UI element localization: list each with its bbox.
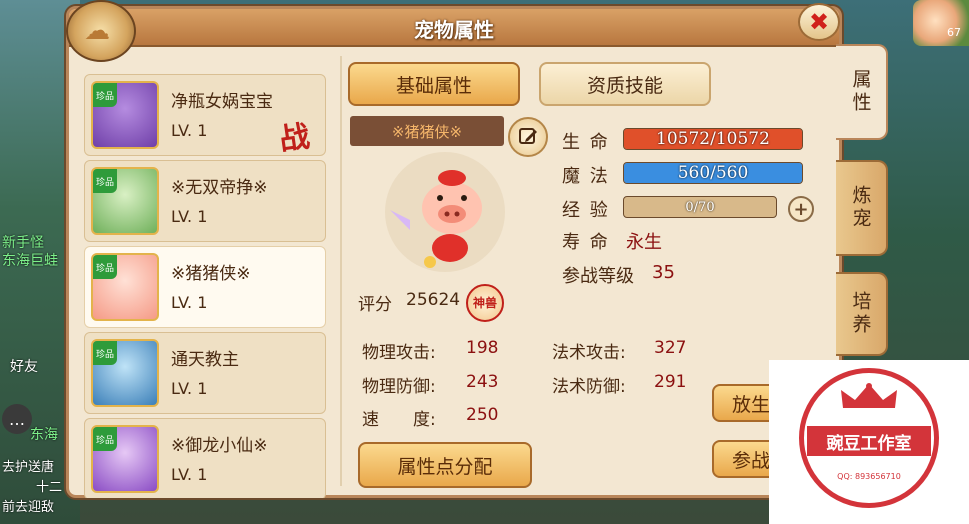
rarity-badge: 珍品	[93, 255, 117, 279]
lifespan-label: 寿 命	[562, 232, 610, 253]
tab-basic-attributes[interactable]: 基础属性	[348, 62, 520, 106]
bg-label: 东海巨蛙	[2, 253, 58, 269]
mag-def-value: 291	[654, 372, 687, 392]
close-icon: ✖	[808, 8, 830, 36]
rarity-badge: 珍品	[93, 341, 117, 365]
speed-value: 250	[466, 405, 499, 425]
pet-thumbnail: 珍品	[91, 253, 159, 321]
pet-level: LV. 1	[171, 379, 208, 398]
lifespan-value: 永生	[626, 232, 662, 253]
player-avatar[interactable]	[913, 0, 969, 46]
pet-level: LV. 1	[171, 121, 208, 140]
pet-list: 珍品 净瓶女娲宝宝 LV. 1 战 珍品 ※无双帝挣※ LV. 1 珍品 ※猪猪…	[84, 74, 326, 498]
pet-list-item[interactable]: 珍品 ※御龙小仙※ LV. 1	[84, 418, 326, 498]
tab-aptitude-skills[interactable]: 资质技能	[539, 62, 711, 106]
phys-def-value: 243	[466, 372, 499, 392]
hp-label: 生 命	[562, 132, 610, 153]
side-tab-attributes[interactable]: 属性	[836, 44, 888, 140]
pet-thumbnail: 珍品	[91, 81, 159, 149]
battle-level-label: 参战等级	[562, 266, 634, 287]
rank-badge: 神兽	[466, 284, 504, 322]
exp-value: 0/70	[685, 199, 715, 215]
close-button[interactable]: ✖	[798, 3, 840, 41]
exp-label: 经 验	[562, 200, 610, 221]
phys-atk-value: 198	[466, 338, 499, 358]
hp-bar: 10572/10572	[623, 128, 803, 150]
watermark-logo: 豌豆工作室 QQ: 893656710	[769, 360, 969, 524]
pet-name: 通天教主	[171, 350, 239, 370]
pet-name: ※猪猪侠※	[171, 264, 251, 284]
rarity-badge: 珍品	[93, 427, 117, 451]
pet-name: ※无双帝挣※	[171, 178, 268, 198]
bg-label: 前去迎敌	[2, 500, 55, 515]
pet-level: LV. 1	[171, 293, 208, 312]
bg-label: 新手怪	[2, 235, 44, 251]
friends-label[interactable]: 好友	[10, 356, 38, 376]
player-level: 67	[947, 26, 961, 39]
speed-label: 速 度:	[362, 410, 436, 430]
edit-icon	[519, 128, 537, 144]
mp-value: 560/560	[677, 163, 749, 183]
pet-level: LV. 1	[171, 207, 208, 226]
exp-bar: 0/70	[623, 196, 777, 218]
pet-list-item[interactable]: 珍品 ※无双帝挣※ LV. 1	[84, 160, 326, 242]
pet-list-item[interactable]: 珍品 通天教主 LV. 1	[84, 332, 326, 414]
corner-emblem-icon: ☁	[66, 0, 136, 62]
plus-icon: +	[793, 198, 809, 220]
assign-points-button[interactable]: 属性点分配	[358, 442, 532, 488]
pet-portrait	[385, 152, 505, 272]
pet-list-item-selected[interactable]: 珍品 ※猪猪侠※ LV. 1	[84, 246, 326, 328]
mag-atk-label: 法术攻击:	[552, 343, 626, 363]
bg-label: 东海	[30, 427, 58, 443]
pet-name: ※御龙小仙※	[171, 436, 268, 456]
mag-def-label: 法术防御:	[552, 377, 626, 397]
title-bar: 宠物属性	[69, 9, 839, 47]
pet-list-item[interactable]: 珍品 净瓶女娲宝宝 LV. 1 战	[84, 74, 326, 158]
divider	[340, 56, 342, 486]
add-exp-button[interactable]: +	[788, 196, 814, 222]
hp-value: 10572/10572	[656, 129, 770, 149]
side-tab-refine[interactable]: 炼宠	[836, 160, 888, 256]
pet-name: 净瓶女娲宝宝	[171, 92, 273, 112]
score-value: 25624	[406, 290, 461, 310]
pet-level: LV. 1	[171, 465, 208, 484]
rename-button[interactable]	[508, 117, 548, 157]
battle-status-icon: 战	[277, 119, 312, 158]
crown-icon	[841, 383, 897, 408]
bg-label: 十二	[36, 480, 63, 495]
pet-thumbnail: 珍品	[91, 167, 159, 235]
battle-level-value: 35	[652, 262, 675, 283]
mag-atk-value: 327	[654, 338, 687, 358]
phys-atk-label: 物理攻击:	[362, 343, 436, 363]
panel-title: 宠物属性	[414, 18, 494, 42]
watermark-qq: QQ: 893656710	[837, 472, 901, 481]
chat-icon[interactable]: …	[2, 404, 32, 434]
mp-label: 魔 法	[562, 166, 610, 187]
rarity-badge: 珍品	[93, 83, 117, 107]
watermark-title: 豌豆工作室	[807, 426, 931, 456]
side-tab-train[interactable]: 培养	[836, 272, 888, 356]
pet-name-plate: ※猪猪侠※	[350, 116, 504, 146]
bg-label: 去护送唐	[2, 460, 55, 475]
pet-thumbnail: 珍品	[91, 339, 159, 407]
score-label: 评分	[358, 295, 392, 315]
phys-def-label: 物理防御:	[362, 377, 436, 397]
mp-bar: 560/560	[623, 162, 803, 184]
rarity-badge: 珍品	[93, 169, 117, 193]
pet-thumbnail: 珍品	[91, 425, 159, 493]
